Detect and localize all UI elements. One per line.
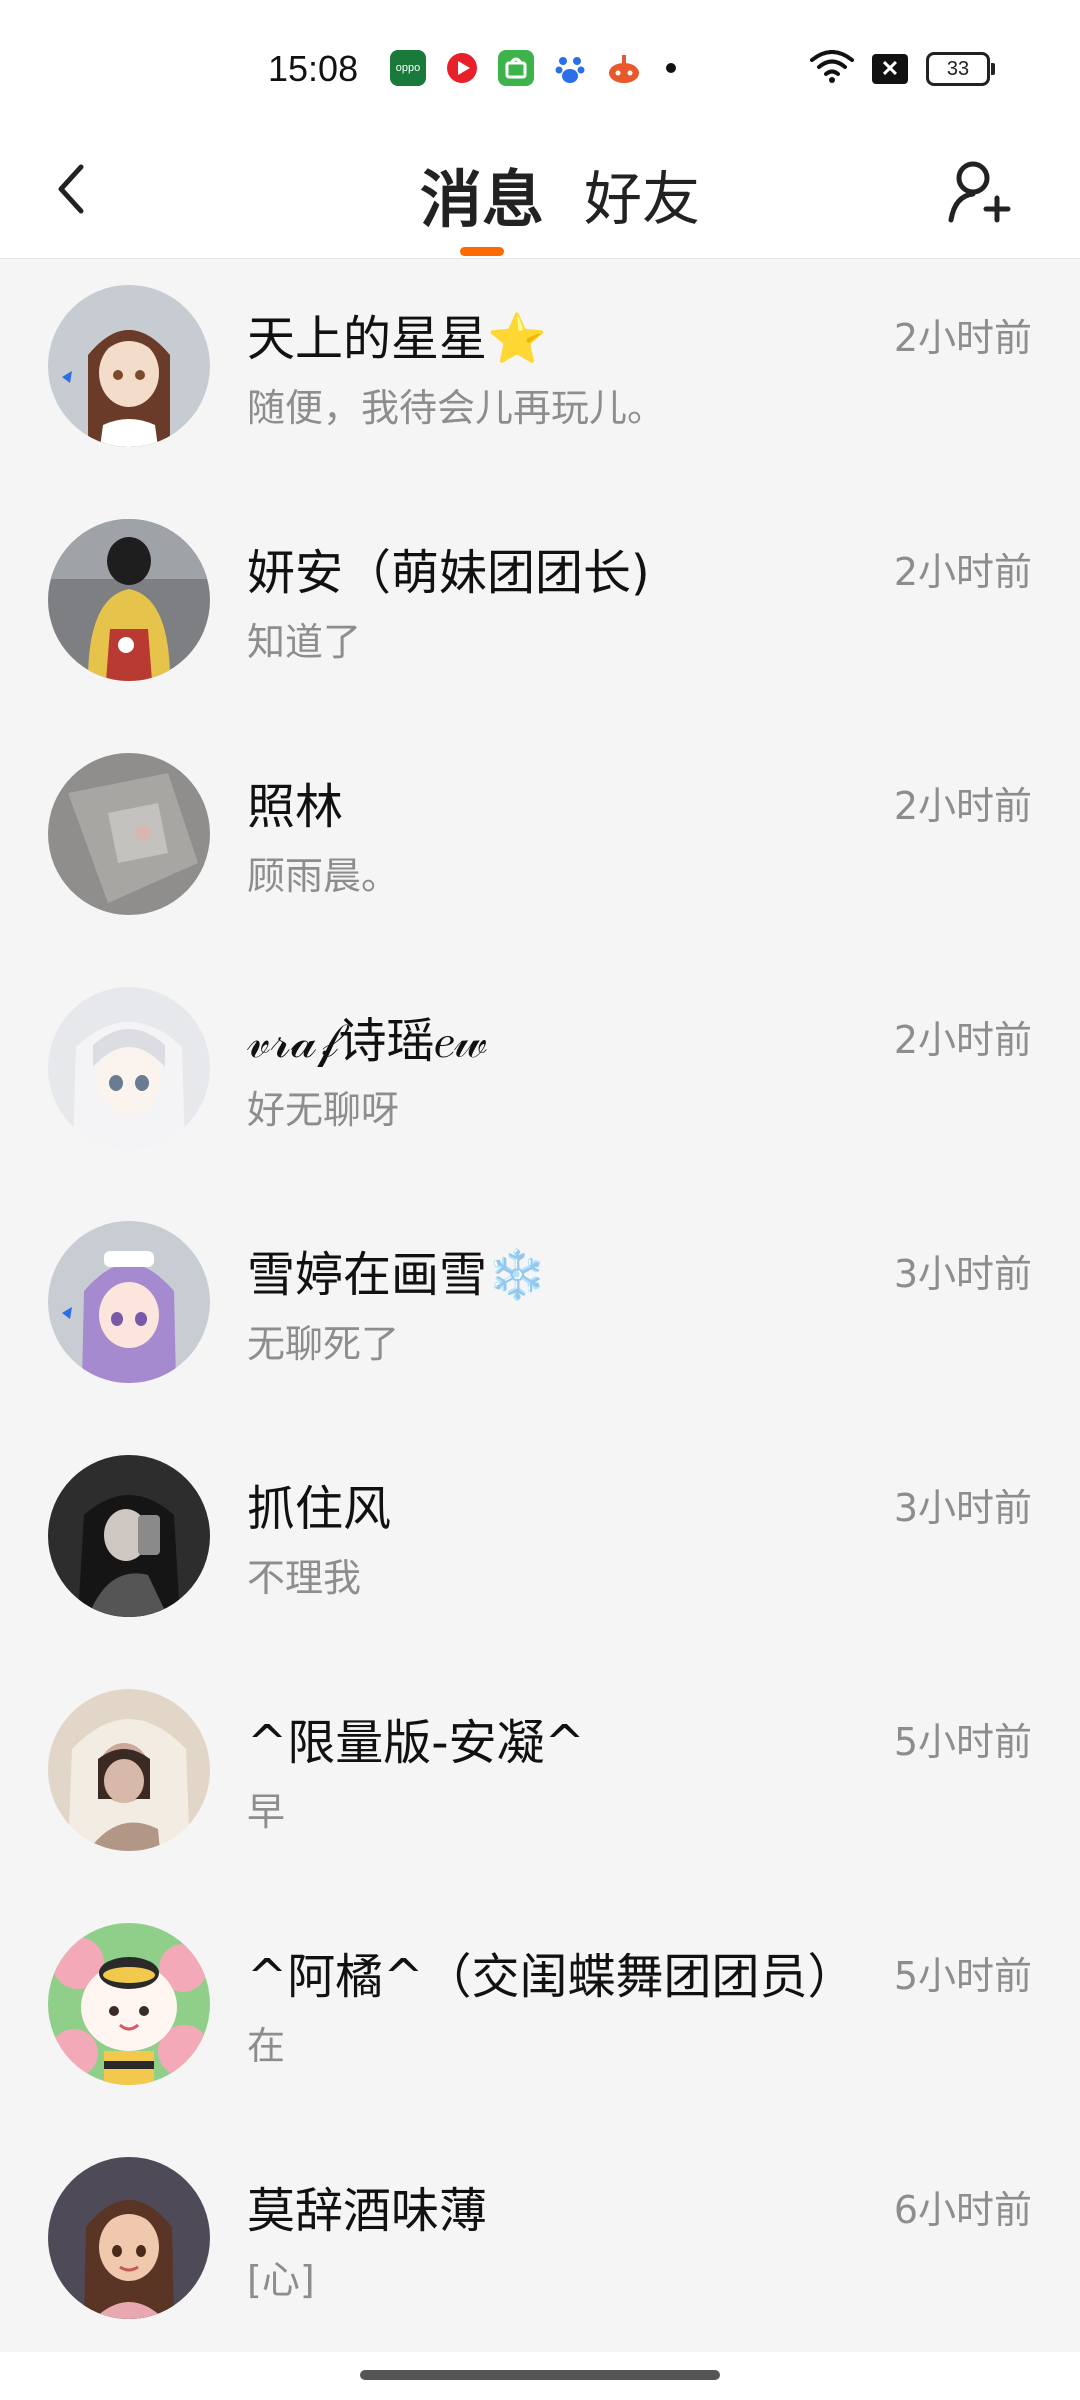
tab-friends-label: 好友 [584,165,701,233]
conversation-time: 2小时前 [893,1018,1032,1062]
avatar[interactable] [48,1221,210,1383]
conversation-name: 𝓋𝓇𝒶𝒻诗瑶𝑒𝓌 [247,1013,488,1069]
conversation-row[interactable]: ^限量版-安凝^ 早 5小时前 [0,1663,1080,1897]
avatar[interactable] [48,1689,210,1851]
conversation-time: 6小时前 [893,2188,1032,2232]
conversation-row[interactable]: 妍安（萌妹团团长) 知道了 2小时前 [0,493,1080,727]
add-friend-button[interactable] [940,152,1020,232]
conversation-list: 天上的星星⭐ 随便，我待会儿再玩儿。 2小时前 妍安（萌妹团团长) 知道了 2小… [0,259,1080,2365]
conversation-row[interactable]: 莫辞酒味薄 [心] 6小时前 [0,2131,1080,2365]
conversation-name: ^限量版-安凝^ [247,1715,585,1771]
conversation-time: 2小时前 [893,784,1032,828]
conversation-row[interactable]: 𝓋𝓇𝒶𝒻诗瑶𝑒𝓌 好无聊呀 2小时前 [0,961,1080,1195]
conversation-last-message: 不理我 [247,1556,362,1600]
oppo-app-icon: oppo [390,50,426,86]
status-right: ✕ 33 [810,50,995,88]
status-bar: 15:08 oppo ✕ 33 [0,0,1080,130]
conversation-last-message: 顾雨晨。 [247,854,400,898]
no-sim-icon: ✕ [872,54,908,84]
add-user-icon [948,161,1011,223]
header: 消息 好友 [0,130,1080,259]
home-indicator[interactable] [360,2370,720,2380]
avatar[interactable] [48,1455,210,1617]
conversation-time: 3小时前 [893,1252,1032,1296]
conversation-last-message: 随便，我待会儿再玩儿。 [247,386,666,430]
game-app-icon [606,50,642,86]
conversation-row[interactable]: ^阿橘^（交闺蝶舞团团员） 在 5小时前 [0,1897,1080,2131]
status-time: 15:08 [268,48,359,89]
more-notifications-dot-icon [666,63,676,73]
tab-bar: 消息 好友 [0,130,1080,258]
tab-messages-label: 消息 [419,163,544,236]
conversation-time: 3小时前 [893,1486,1032,1530]
conversation-last-message: 好无聊呀 [247,1088,400,1132]
conversation-name: 天上的星星⭐ [247,311,547,367]
conversation-last-message: 早 [247,1790,286,1834]
conversation-name: 雪婷在画雪❄️ [247,1247,547,1303]
video-app-icon [444,50,480,86]
conversation-name: ^阿橘^（交闺蝶舞团团员） [247,1949,856,2005]
conversation-time: 5小时前 [893,1954,1032,1998]
conversation-row[interactable]: 照林 顾雨晨。 2小时前 [0,727,1080,961]
conversation-name: 抓住风 [247,1481,392,1537]
avatar[interactable] [48,753,210,915]
active-tab-indicator [459,247,504,256]
avatar[interactable] [48,1923,210,2085]
shopping-app-icon [498,50,534,86]
conversation-name: 莫辞酒味薄 [247,2183,488,2239]
avatar[interactable] [48,285,210,447]
status-app-icons: oppo [390,50,676,86]
conversation-time: 2小时前 [893,316,1032,360]
conversation-last-message: [心] [247,2258,315,2302]
battery-icon: 33 [926,52,995,86]
conversation-time: 5小时前 [893,1720,1032,1764]
conversation-last-message: 知道了 [247,620,362,664]
conversation-name: 妍安（萌妹团团长) [247,545,650,601]
tab-friends[interactable]: 好友 [584,130,700,258]
conversation-row[interactable]: 天上的星星⭐ 随便，我待会儿再玩儿。 2小时前 [0,259,1080,493]
tab-messages[interactable]: 消息 [420,130,544,258]
conversation-last-message: 无聊死了 [247,1322,400,1366]
avatar[interactable] [48,519,210,681]
conversation-last-message: 在 [247,2024,286,2068]
wifi-icon [810,50,854,88]
avatar[interactable] [48,2157,210,2319]
conversation-time: 2小时前 [893,550,1032,594]
baidu-app-icon [552,50,588,86]
conversation-row[interactable]: 雪婷在画雪❄️ 无聊死了 3小时前 [0,1195,1080,1429]
avatar[interactable] [48,987,210,1149]
conversation-name: 照林 [247,779,344,835]
conversation-row[interactable]: 抓住风 不理我 3小时前 [0,1429,1080,1663]
